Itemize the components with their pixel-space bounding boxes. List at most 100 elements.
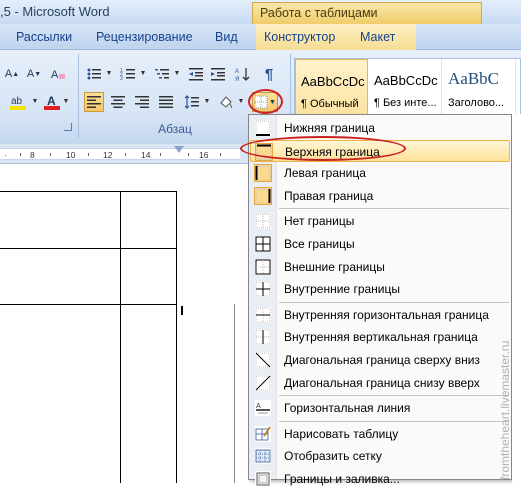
menu-item-label: Внутренняя горизонтальная граница	[284, 307, 489, 322]
increase-indent-icon[interactable]	[208, 64, 228, 84]
table-border	[0, 304, 177, 305]
border-none-icon	[255, 213, 271, 230]
style-heading[interactable]: AaBbC Заголово...	[443, 59, 516, 117]
svg-text:A: A	[51, 69, 59, 81]
tab-view[interactable]: Вид	[215, 30, 238, 44]
menu-item-label: Отобразить сетку	[284, 449, 382, 464]
styles-gallery[interactable]: AaBbCcDc ¶ Обычный AaBbCcDc ¶ Без инте..…	[294, 58, 521, 118]
tab-design[interactable]: Конструктор	[256, 24, 342, 50]
svg-text:ab: ab	[11, 96, 23, 107]
tab-layout[interactable]: Макет	[342, 24, 416, 50]
menu-item-view-gridlines[interactable]: Отобразить сетку	[250, 445, 510, 467]
font-color-dropdown-arrow-icon[interactable]: ▼	[62, 98, 70, 106]
menu-item-border-right[interactable]: Правая граница	[250, 185, 510, 207]
clear-formatting-icon[interactable]: A	[48, 64, 68, 84]
bullets-icon[interactable]	[84, 64, 104, 84]
border-right-icon	[254, 186, 272, 205]
sort-icon[interactable]: AЯ	[233, 64, 253, 84]
multilevel-list-icon[interactable]	[152, 64, 172, 84]
menu-item-border-left[interactable]: Левая граница	[250, 162, 510, 184]
draw-table-icon	[255, 425, 271, 442]
font-color-button[interactable]: A	[42, 92, 62, 112]
menu-item-borders-and-shading[interactable]: Границы и заливка...	[250, 468, 510, 490]
svg-text:A: A	[256, 403, 261, 410]
table-tools-context-title: Работа с таблицами	[252, 2, 482, 24]
highlight-color-button[interactable]: ab	[6, 92, 30, 112]
indent-marker-icon[interactable]	[174, 146, 184, 153]
justify-button[interactable]	[156, 92, 176, 112]
menu-item-border-outside[interactable]: Внешние границы	[250, 256, 510, 278]
menu-item-label: Нет границы	[284, 214, 355, 229]
borders-dropdown-menu: Нижняя граница Верхняя граница Левая грани…	[248, 114, 512, 487]
numbering-icon[interactable]: 123	[118, 64, 138, 84]
menu-separator	[279, 420, 509, 422]
align-left-button[interactable]	[84, 92, 104, 112]
svg-text:Я: Я	[235, 77, 239, 82]
svg-text:A: A	[47, 94, 56, 108]
show-formatting-marks-icon[interactable]: ¶	[259, 64, 279, 84]
paragraph-dialog-launcher-icon[interactable]	[64, 123, 72, 131]
align-center-button[interactable]	[108, 92, 128, 112]
grow-font-icon[interactable]: A ▲	[2, 64, 22, 84]
bullets-dropdown-arrow-icon[interactable]: ▼	[105, 70, 113, 78]
menu-item-label: Нарисовать таблицу	[284, 426, 399, 441]
style-no-spacing[interactable]: AaBbCcDc ¶ Без инте...	[369, 59, 442, 117]
text-cursor	[181, 306, 183, 315]
style-name: ¶ Обычный	[301, 98, 359, 110]
menu-item-border-inside-horizontal[interactable]: Внутренняя горизонтальная граница	[250, 304, 510, 326]
title-bar: ,5 - Microsoft Word Работа с таблицами	[0, 0, 521, 24]
menu-item-border-none[interactable]: Нет границы	[250, 210, 510, 232]
style-sample: AaBbCcDc	[301, 74, 365, 89]
border-inside-icon	[255, 281, 271, 298]
table-border	[176, 191, 177, 483]
decrease-indent-icon[interactable]	[186, 64, 206, 84]
border-diagonal-up-icon	[255, 374, 271, 391]
shrink-font-icon[interactable]: A ▼	[24, 64, 44, 84]
ribbon-tab-row: Рассылки Рецензирование Вид Конструктор …	[0, 24, 521, 50]
borders-and-shading-icon	[255, 471, 271, 487]
tab-review[interactable]: Рецензирование	[96, 30, 193, 44]
menu-item-border-all[interactable]: Все границы	[250, 233, 510, 255]
table-border	[0, 248, 177, 249]
ruler-number: 12	[103, 150, 113, 160]
border-all-icon	[255, 236, 271, 252]
border-left-icon	[254, 164, 272, 183]
table-border	[0, 191, 177, 192]
style-sample: AaBbC	[448, 69, 499, 88]
border-diagonal-down-icon	[255, 352, 271, 368]
menu-separator	[279, 301, 509, 303]
multilevel-dropdown-arrow-icon[interactable]: ▼	[173, 70, 181, 78]
menu-item-label: Внутренние границы	[284, 282, 400, 297]
shading-dropdown-arrow-icon[interactable]: ▼	[237, 98, 245, 106]
ruler-number: 16	[199, 150, 209, 160]
line-spacing-icon[interactable]	[182, 92, 202, 112]
ruler-strip: · 8 10 12 14 16	[0, 148, 240, 160]
menu-item-border-inside[interactable]: Внутренние границы	[250, 278, 510, 300]
menu-item-label: Диагональная граница снизу вверх	[284, 375, 480, 390]
view-gridlines-icon	[255, 448, 271, 465]
horizontal-line-icon: A	[255, 400, 271, 417]
svg-text:3: 3	[120, 76, 123, 82]
menu-item-border-inside-vertical[interactable]: Внутренняя вертикальная граница	[250, 326, 510, 348]
tab-mailings[interactable]: Рассылки	[16, 30, 72, 44]
style-name: ¶ Без инте...	[374, 97, 437, 109]
ruler-number: 14	[141, 150, 151, 160]
menu-item-horizontal-line[interactable]: A Горизонтальная линия	[250, 397, 510, 419]
menu-item-label: Нижняя граница	[284, 121, 375, 135]
numbering-dropdown-arrow-icon[interactable]: ▼	[139, 70, 147, 78]
menu-item-border-bottom[interactable]: Нижняя граница	[250, 117, 510, 139]
highlight-dropdown-arrow-icon[interactable]: ▼	[31, 98, 39, 106]
border-inside-vertical-icon	[255, 329, 271, 346]
shading-icon[interactable]	[216, 92, 236, 112]
table-border	[120, 191, 121, 483]
table-border	[234, 304, 235, 483]
window-title: ,5 - Microsoft Word	[0, 4, 110, 19]
line-spacing-dropdown-arrow-icon[interactable]: ▼	[203, 98, 211, 106]
align-right-button[interactable]	[132, 92, 152, 112]
menu-item-border-diagonal-up[interactable]: Диагональная граница снизу вверх	[250, 372, 510, 394]
ruler-number: 8	[30, 150, 35, 160]
svg-text:A: A	[235, 69, 239, 75]
menu-item-draw-table[interactable]: Нарисовать таблицу	[250, 423, 510, 445]
style-normal[interactable]: AaBbCcDc ¶ Обычный	[295, 59, 368, 117]
menu-item-border-diagonal-down[interactable]: Диагональная граница сверху вниз	[250, 349, 510, 371]
